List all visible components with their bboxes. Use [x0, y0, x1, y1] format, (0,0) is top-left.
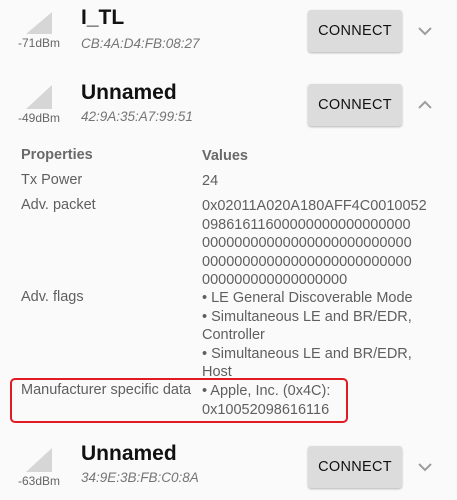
property-value: • LE General Discoverable Mode • Simulta… — [202, 289, 442, 382]
signal-icon — [26, 85, 52, 109]
value-line: 24 — [202, 173, 219, 189]
property-value: 0x02011A020A180AFF4C0010052 098616116000… — [202, 197, 442, 290]
rssi-value: -63dBm — [18, 474, 61, 488]
value-line: • Simultaneous LE and BR/EDR, — [202, 308, 412, 325]
property-key: Adv. packet — [21, 197, 96, 213]
value-line: 09861611600000000000000000 — [202, 216, 411, 233]
value-line: • Simultaneous LE and BR/EDR, — [202, 345, 412, 362]
chevron-down-icon — [418, 27, 432, 36]
signal-strength: -63dBm — [18, 448, 62, 488]
signal-strength: -49dBm — [18, 85, 62, 125]
expand-toggle[interactable] — [414, 20, 436, 42]
value-line: • LE General Discoverable Mode — [202, 290, 413, 306]
rssi-value: -49dBm — [18, 111, 61, 125]
properties-header: Properties — [21, 147, 93, 163]
signal-strength: -71dBm — [18, 12, 62, 50]
property-key: Adv. flags — [21, 289, 84, 305]
device-mac: CB:4A:D4:FB:08:27 — [81, 36, 200, 51]
expand-toggle[interactable] — [414, 456, 436, 478]
signal-icon — [26, 448, 52, 472]
connect-button[interactable]: CONNECT — [308, 84, 402, 126]
value-line: 00000000000000000000000000 — [202, 253, 412, 270]
connect-button[interactable]: CONNECT — [308, 10, 402, 52]
chevron-down-icon — [418, 463, 432, 472]
device-mac: 34:9E:3B:FB:C0:8A — [81, 470, 199, 485]
device-name: I_TL — [81, 6, 125, 29]
device-name: Unnamed — [81, 81, 177, 104]
value-line: 000000000000000000 — [202, 272, 348, 288]
value-line: 00000000000000000000000000 — [202, 235, 412, 251]
value-line: 0x02011A020A180AFF4C0010052 — [202, 198, 427, 214]
collapse-toggle[interactable] — [414, 94, 436, 116]
property-value: 24 — [202, 172, 442, 191]
values-header: Values — [202, 148, 248, 164]
signal-icon — [26, 12, 52, 34]
connect-button[interactable]: CONNECT — [308, 446, 402, 488]
device-name: Unnamed — [81, 442, 177, 465]
chevron-up-icon — [418, 100, 432, 109]
rssi-value: -71dBm — [18, 36, 61, 50]
property-key: Tx Power — [21, 172, 83, 188]
value-line: Controller — [202, 327, 265, 343]
device-mac: 42:9A:35:A7:99:51 — [81, 109, 193, 124]
highlight-box — [10, 378, 348, 423]
